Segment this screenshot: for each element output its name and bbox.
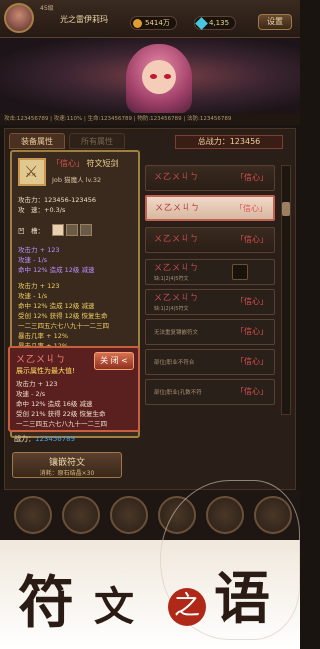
item-speed: 攻 速：+0.3/s: [18, 206, 66, 214]
popup-rune-symbols: ㄨ乙ㄨ丩ㄅ: [16, 355, 67, 365]
promo-banner: 符 文 之 语: [0, 480, 300, 649]
rune-name: 「信心」: [236, 173, 268, 182]
rune-list-item[interactable]: ㄨ乙ㄨ丩ㄅ 「信心」: [145, 195, 275, 221]
hero-eye: [150, 74, 157, 79]
rune-name: 「信心」: [236, 297, 268, 306]
dagger-icon: ⚔: [18, 158, 46, 186]
stat-line-b: 受创 12% 获得 12级 恢复生命: [18, 312, 108, 320]
rune-name: 「信心」: [235, 204, 267, 213]
rune-symbols: ㄨ乙ㄨ丩ㄅ: [154, 172, 199, 181]
banner-char: 文: [94, 583, 134, 630]
rune-name: 「信心」: [236, 235, 268, 244]
rune-missing: 缺:1|2|4|5符文: [154, 306, 189, 312]
item-class-level: Job 猫魔人 lv.32: [52, 176, 102, 184]
stat-line-b: 暴击几率 + 12%: [18, 332, 69, 340]
total-power: 总战力：123456: [175, 135, 283, 149]
stat-line-a: 攻速 - 1/s: [18, 256, 48, 264]
player-name: 光之雷伊莉玛: [60, 15, 108, 24]
banner-char-badge: 之: [168, 588, 206, 626]
popup-stat: 一二三四五六七八九十一二三四: [16, 420, 107, 428]
settings-button[interactable]: 设置: [258, 14, 292, 30]
rune-missing: 缺:1|2|4|5符文: [154, 276, 189, 282]
nav-button[interactable]: [110, 496, 148, 534]
stat-line-a: 命中 12% 造成 12级 减速: [18, 266, 95, 274]
slot-label: 凹 槽：: [18, 227, 44, 235]
gem-amount: 4,135: [209, 19, 230, 27]
player-avatar[interactable]: [4, 3, 34, 33]
stat-line-b: 攻击力 + 123: [18, 282, 60, 290]
popup-stat: 命中 12% 造成 16级 减速: [16, 400, 93, 408]
rune-list-item[interactable]: ㄨ乙ㄨ丩ㄅ 「信心」: [145, 165, 275, 191]
gem-counter: 4,135: [194, 16, 237, 30]
rune-symbols: ㄨ乙ㄨ丩ㄅ: [154, 263, 199, 272]
item-rune-word: 「信心」: [52, 159, 84, 168]
tab-all-attributes[interactable]: 所有属性: [69, 133, 125, 149]
rune-list-scrollbar[interactable]: [281, 165, 291, 415]
rune-list-item[interactable]: 部位|职业不符合 「信心」: [145, 349, 275, 375]
combat-power-value: 123456789: [35, 435, 76, 443]
tab-equip-attributes[interactable]: 装备属性: [9, 133, 65, 149]
rune-slot: [232, 264, 248, 280]
gem-icon: [195, 17, 208, 30]
rune-lock-reason: 部位|职业|孔数不符: [154, 390, 202, 396]
stat-line-b: 一二三四五六七八九十一二三四: [18, 322, 109, 330]
rune-list-item[interactable]: ㄨ乙ㄨ丩ㄅ 缺:1|2|4|5符文 「信心」: [145, 289, 275, 315]
player-level: 45级: [40, 5, 54, 12]
rune-list-item[interactable]: ㄨ乙ㄨ丩ㄅ 缺:1|2|4|5符文: [145, 259, 275, 285]
banner-char: 符: [18, 570, 74, 636]
stat-line-a: 攻击力 + 123: [18, 246, 60, 254]
rune-symbols: ㄨ乙ㄨ丩ㄅ: [155, 203, 200, 212]
socket-slot: [80, 224, 92, 236]
popup-stat: 攻击力 + 123: [16, 380, 58, 388]
rune-list-item[interactable]: 部位|职业|孔数不符 「信心」: [145, 379, 275, 405]
stats-line: 攻击:123456789 | 攻速:110% | 生命:123456789 | …: [0, 113, 300, 125]
scrollbar-thumb[interactable]: [282, 202, 290, 216]
popup-title: 展示属性为最大值!: [16, 367, 75, 375]
rune-lock-reason: 无法重复镶嵌符文: [154, 330, 199, 336]
gold-counter: 5414万: [130, 16, 177, 30]
rune-name: 「信心」: [236, 357, 268, 366]
rune-name: 「信心」: [236, 387, 268, 396]
inlay-cost: 消耗：原石结晶×30: [39, 470, 95, 477]
popup-stat: 攻速 - 2/s: [16, 390, 46, 398]
hero-eye: [164, 74, 171, 79]
rune-symbols: ㄨ乙ㄨ丩ㄅ: [154, 234, 199, 243]
item-type: 符文短剑: [86, 159, 119, 168]
hero-portrait: [0, 38, 300, 113]
item-attack: 攻击力：123456-123456: [18, 196, 96, 204]
combat-power-label: 战力：: [14, 435, 35, 443]
popup-stat: 受创 21% 获得 22级 恢复生命: [16, 410, 106, 418]
combat-power: 战力：123456789: [14, 434, 75, 444]
banner-char: 语: [214, 566, 270, 632]
rune-list-item[interactable]: ㄨ乙ㄨ丩ㄅ 「信心」: [145, 227, 275, 253]
rune-list-item[interactable]: 无法重复镶嵌符文 「信心」: [145, 319, 275, 345]
inlay-label: 镶嵌符文: [48, 458, 85, 468]
stat-line-b: 攻速 - 1/s: [18, 292, 48, 300]
inlay-rune-button[interactable]: 镶嵌符文 消耗：原石结晶×30: [12, 452, 122, 478]
rune-name: 「信心」: [236, 327, 268, 336]
nav-button[interactable]: [14, 496, 52, 534]
nav-button[interactable]: [62, 496, 100, 534]
rune-lock-reason: 部位|职业不符合: [154, 360, 195, 366]
close-button[interactable]: 关 闭 <: [94, 352, 134, 370]
rune-symbols: ㄨ乙ㄨ丩ㄅ: [154, 293, 199, 302]
max-stats-popup: ㄨ乙ㄨ丩ㄅ 展示属性为最大值! 关 闭 < 攻击力 + 123 攻速 - 2/s…: [8, 346, 140, 432]
coin-icon: [133, 19, 142, 28]
item-name: 「信心」 符文短剑: [52, 158, 119, 169]
socket-slot: [66, 224, 78, 236]
socket-slot: [52, 224, 64, 236]
gold-amount: 5414万: [145, 19, 170, 27]
top-hud: 45级 光之雷伊莉玛 5414万 4,135 设置: [0, 0, 300, 38]
stat-line-b: 命中 12% 造成 12级 减速: [18, 302, 95, 310]
